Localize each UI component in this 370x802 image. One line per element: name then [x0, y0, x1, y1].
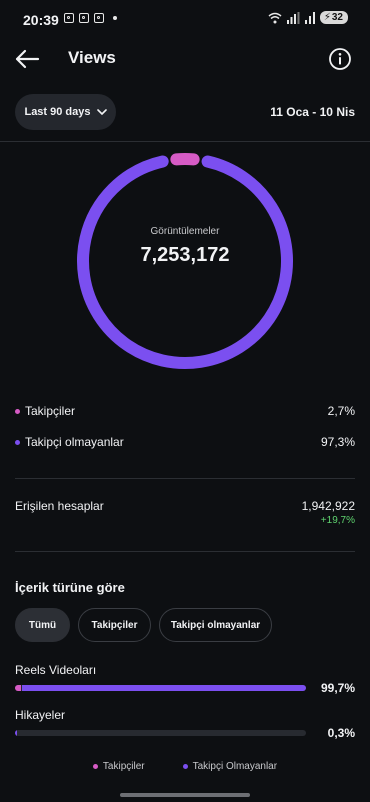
screenshot-icon	[64, 13, 74, 23]
date-range-text: 11 Oca - 10 Nis	[270, 105, 355, 119]
breakdown-value: 97,3%	[320, 435, 355, 449]
content-row-label: Reels Videoları	[15, 663, 97, 677]
divider	[15, 478, 355, 479]
legend-label: Takipçi Olmayanlar	[192, 761, 278, 772]
tab-non-followers[interactable]: Takipçi olmayanlar	[159, 608, 272, 642]
chart-legend: Takipçiler Takipçi Olmayanlar	[0, 761, 370, 772]
date-range-dropdown-label: Last 90 days	[24, 106, 91, 118]
section-title: İçerik türüne göre	[15, 580, 125, 595]
tab-followers[interactable]: Takipçiler	[78, 608, 151, 642]
stories-non-followers-bar-segment	[15, 730, 17, 736]
followers-dot	[92, 764, 98, 769]
content-row-value: 0,3%	[327, 726, 355, 740]
page-title: Views	[68, 48, 116, 67]
system-icons: ⚡ 32	[268, 11, 348, 24]
stories-bar	[15, 730, 306, 736]
reels-bar	[15, 685, 306, 691]
status-time: 20:39	[23, 12, 59, 28]
legend-item-followers: Takipçiler	[92, 761, 145, 772]
content-row-label: Hikayeler	[15, 708, 66, 722]
donut-label: Görüntülemeler	[150, 226, 220, 237]
signal-icon	[304, 11, 315, 24]
non-followers-dot	[15, 439, 20, 445]
breakdown-row-non-followers: Takipçi olmayanlar 97,3%	[15, 432, 355, 452]
home-indicator[interactable]	[120, 793, 250, 797]
more-notifications-icon	[113, 16, 117, 20]
charging-icon: ⚡	[323, 12, 331, 23]
legend-item-non-followers: Takipçi Olmayanlar	[182, 761, 278, 772]
breakdown-label: Takipçi olmayanlar	[25, 435, 124, 449]
reels-followers-bar-segment	[15, 685, 21, 691]
divider	[0, 141, 370, 142]
followers-dot	[15, 408, 20, 414]
status-bar: 20:39 ⚡ 32	[0, 0, 370, 40]
tab-all[interactable]: Tümü	[15, 608, 70, 642]
app-header: Views	[0, 40, 370, 80]
breakdown-label: Takipçiler	[25, 404, 76, 418]
battery-level: 32	[331, 12, 343, 23]
breakdown-value: 2,7%	[327, 404, 355, 418]
instagram-icon	[79, 13, 89, 23]
reels-non-followers-bar-segment	[22, 685, 306, 691]
content-row-value: 99,7%	[320, 681, 355, 695]
battery-indicator: ⚡ 32	[319, 11, 348, 24]
signal-icon	[286, 11, 300, 24]
date-range-dropdown[interactable]: Last 90 days	[15, 94, 116, 130]
accounts-reached-label: Erişilen hesaplar	[15, 499, 104, 513]
non-followers-dot	[182, 764, 188, 769]
legend-label: Takipçiler	[102, 761, 145, 772]
accounts-reached-delta: +19,7%	[320, 515, 355, 526]
accounts-reached-value: 1,942,922	[301, 499, 355, 513]
chevron-down-icon	[96, 109, 107, 115]
total-views-value: 7,253,172	[140, 244, 230, 266]
info-icon[interactable]	[328, 47, 352, 71]
content-type-tabs: Tümü Takipçiler Takipçi olmayanlar	[15, 608, 272, 642]
wifi-icon	[268, 12, 282, 23]
divider	[15, 551, 355, 552]
notification-icons	[64, 13, 117, 23]
instagram-icon	[94, 13, 104, 23]
back-arrow-icon[interactable]	[14, 48, 40, 70]
breakdown-row-followers: Takipçiler 2,7%	[15, 401, 355, 421]
